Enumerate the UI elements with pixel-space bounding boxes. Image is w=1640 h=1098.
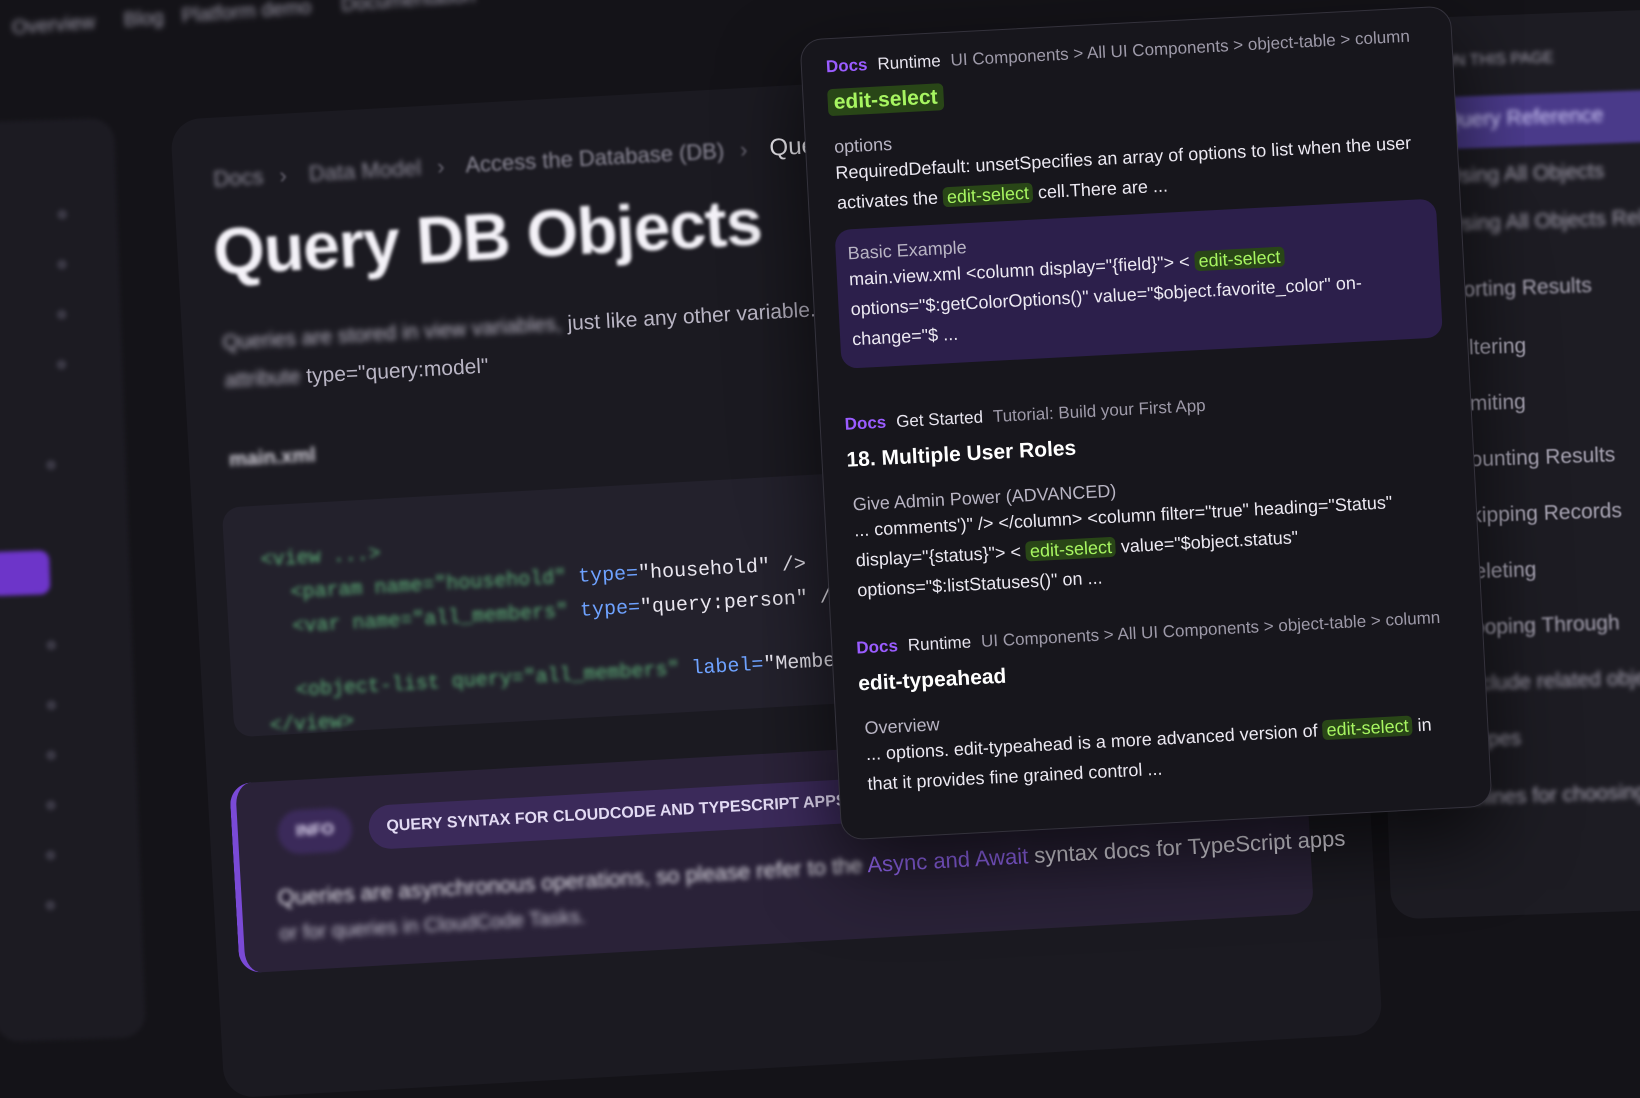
toc-item[interactable]: Looping Through [1461,611,1620,641]
callout-badges: INFO QUERY SYNTAX FOR CLOUDCODE AND TYPE… [276,778,878,857]
nav-link-documentation[interactable]: Documentation [340,0,476,17]
callout-text-blurred: Queries are asynchronous operations, so … [276,852,864,911]
breadcrumb-separator: › [436,153,446,180]
nav-link-overview[interactable]: Overview [11,11,96,40]
toc-item[interactable]: Using All Objects [1445,160,1604,190]
result-section: Get Started [895,407,984,432]
sidebar-dot[interactable] [45,459,57,471]
search-results-popover: Docs Runtime UI Components > All UI Compon… [799,5,1493,841]
code-attr: type= [577,562,639,589]
result-docs-tag: Docs [855,636,899,658]
code-token: <param name="household" [289,566,567,605]
nav-link-platform-demo[interactable]: Platform demo [181,0,312,28]
sidebar-dot[interactable] [46,700,57,711]
sidebar-dot[interactable] [45,800,57,811]
sidebar-dot[interactable] [45,850,56,861]
sidebar-dot[interactable] [56,259,68,270]
result-section: Runtime [907,632,972,655]
code-attr: label= [690,653,765,681]
result-section: Runtime [876,51,942,74]
result-docs-tag: Docs [825,55,868,77]
code-token: <var name="all_members" [291,600,569,639]
search-result[interactable]: Docs Get Started Tutorial: Build your Firs… [844,383,1455,605]
breadcrumb: Docs › Data Model › Access the Database (D… [213,129,876,194]
code-token: <view ...> [260,542,382,573]
snippet-highlight: edit-select [1322,715,1414,741]
toc-heading: ON THIS PAGE [1441,49,1555,71]
toc-item[interactable]: Include related objects [1463,665,1640,696]
callout-text-after: syntax docs for TypeScript apps [1027,825,1346,869]
sidebar-dot[interactable] [45,750,57,761]
sidebar-dot[interactable] [46,639,57,651]
sidebar-dot[interactable] [57,209,68,220]
toc-item[interactable]: Using All Objects Relationship [1447,203,1640,237]
result-path: Tutorial: Build your First App [992,395,1207,426]
snippet-highlight: edit-select [1025,536,1117,562]
callout-title-badge: QUERY SYNTAX FOR CLOUDCODE AND TYPESCRIP… [367,778,866,850]
toc-item[interactable]: Skipping Records [1457,499,1622,529]
inline-code-pill: type="query:model" [305,354,490,388]
code-string: "query:person" /> [639,585,845,620]
code-token: </view> [269,710,355,739]
snippet-post: cell.There are ... [1032,175,1169,203]
sidebar-dot[interactable] [56,309,67,320]
breadcrumb-access-db[interactable]: Access the Database (DB) [465,138,725,177]
callout-text-line2: or for queries in CloudCode Tasks. [279,906,587,946]
code-attr: type= [579,596,641,623]
result-docs-tag: Docs [844,412,887,434]
info-badge: INFO [276,806,354,856]
code-string: "household" /> [637,553,807,586]
search-result[interactable]: Docs Runtime UI Components > All UI Compon… [825,26,1443,369]
code-file-label: main.xml [228,444,317,472]
toc-item[interactable]: Counting Results [1455,443,1616,473]
code-token: <object-list query="all_members" [295,658,681,703]
breadcrumb-separator: › [278,162,288,188]
top-nav: Overview Blog Platform demo Documentatio… [0,0,882,60]
sidebar-item-active[interactable] [0,550,51,597]
breadcrumb-docs[interactable]: Docs [213,164,264,192]
search-result[interactable]: Docs Runtime UI Components > All UI Compon… [856,607,1466,799]
page-title: Query DB Objects [211,184,764,289]
lead-paragraph: Queries are stored in view variables, ju… [222,295,882,356]
async-await-link[interactable]: Async and Await [867,843,1029,877]
lead-line2-text: attribute [224,365,302,393]
sidebar-dot[interactable] [45,900,56,911]
result-title-highlight: edit-select [827,83,945,117]
sidebar-dot[interactable] [56,359,67,370]
nav-link-blog[interactable]: Blog [123,7,165,33]
lead-text-blurred: Queries are stored in view variables, [221,312,563,355]
snippet-selected-box[interactable]: Basic Example main.view.xml <column disp… [834,198,1443,369]
left-sidebar [0,117,147,1043]
toc-item[interactable]: Sorting Results [1449,274,1592,303]
breadcrumb-data-model[interactable]: Data Model [308,155,422,186]
lead-paragraph-line2: attribute type="query:model" [224,355,489,394]
snippet-highlight: edit-select [1194,246,1286,272]
breadcrumb-separator: › [739,136,749,163]
snippet-highlight: edit-select [942,182,1034,208]
